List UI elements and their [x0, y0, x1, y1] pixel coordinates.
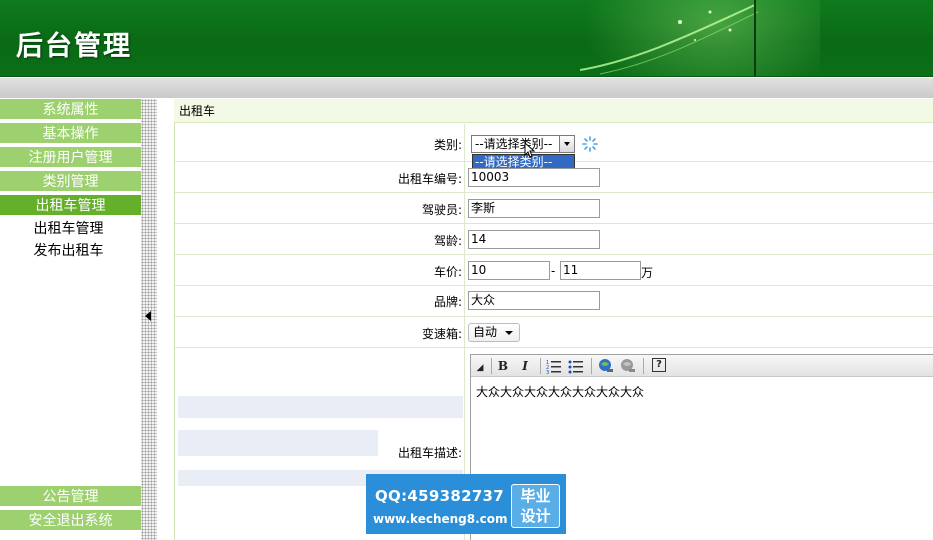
taxi-number-label: 出租车编号: — [397, 172, 462, 186]
gearbox-label: 变速箱: — [421, 327, 462, 341]
driver-label: 驾驶员: — [421, 203, 462, 217]
driving-years-input[interactable]: 14 — [468, 230, 600, 249]
taxi-number-input[interactable]: 10003 — [468, 168, 600, 187]
sidebar-item-announcements[interactable]: 公告管理 — [0, 486, 141, 508]
price-separator: - — [551, 264, 556, 278]
driver-input[interactable]: 李斯 — [468, 199, 600, 218]
watermark-banner: QQ:459382737 www.kecheng8.com 毕业 设计 — [366, 474, 566, 534]
form-row-gearbox: 变速箱: — [175, 317, 933, 348]
toolbar-separator — [591, 358, 592, 374]
italic-icon[interactable]: I — [517, 358, 533, 374]
sidebar-item-basic-operations[interactable]: 基本操作 — [0, 123, 141, 145]
mouse-cursor-icon — [524, 142, 536, 158]
watermark-url: www.kecheng8.com — [373, 512, 508, 526]
gearbox-select[interactable]: 自动 — [468, 323, 520, 342]
expand-icon[interactable]: ◢ — [472, 360, 488, 376]
header-swoosh-decoration — [580, 4, 759, 75]
price-unit: 万 — [641, 266, 654, 280]
category-label: 类别: — [433, 138, 462, 152]
editor-content[interactable]: 大众大众大众大众大众大众大众 — [476, 383, 644, 400]
link-icon[interactable] — [598, 358, 614, 374]
row-separator — [464, 317, 465, 347]
toolbar-separator — [540, 358, 541, 374]
sidebar-item-category-management[interactable]: 类别管理 — [0, 171, 141, 193]
row-separator — [464, 255, 465, 285]
unordered-list-icon[interactable] — [568, 358, 584, 374]
header-divider — [754, 0, 756, 76]
loading-spinner-icon — [582, 136, 598, 152]
app-title: 后台管理 — [16, 31, 132, 62]
chevron-down-icon[interactable] — [559, 136, 574, 152]
price-min-input[interactable]: 10 — [468, 261, 550, 280]
header-bar — [0, 78, 933, 98]
sidebar-item-system-properties[interactable]: 系统属性 — [0, 99, 141, 121]
sidebar-item-logout[interactable]: 安全退出系统 — [0, 510, 141, 532]
watermark-badge-line1: 毕业 — [520, 487, 551, 505]
app-header: 后台管理 — [0, 0, 933, 77]
sidebar-item-user-management[interactable]: 注册用户管理 — [0, 147, 141, 169]
editor-toolbar: ◢ B I 123 ? — [471, 355, 933, 377]
ordered-list-icon[interactable]: 123 — [546, 358, 562, 374]
watermark-qq: QQ:459382737 — [375, 487, 505, 505]
unlink-icon[interactable] — [620, 358, 636, 374]
collapse-sidebar-icon[interactable] — [145, 311, 151, 321]
sidebar-item-taxi-management[interactable]: 出租车管理 — [0, 195, 141, 217]
breadcrumb: 出租车 — [174, 99, 933, 123]
category-select[interactable]: --请选择类别-- — [471, 135, 575, 153]
brand-input[interactable]: 大众 — [468, 291, 600, 310]
bold-icon[interactable]: B — [495, 358, 511, 374]
row-separator — [464, 124, 465, 161]
brand-label: 品牌: — [433, 295, 462, 309]
category-select-value: --请选择类别-- — [475, 137, 553, 151]
row-separator — [464, 162, 465, 192]
watermark-badge-line2: 设计 — [520, 507, 551, 525]
sidebar-subitem-taxi-management[interactable]: 出租车管理 — [0, 218, 137, 240]
toolbar-separator — [491, 358, 492, 374]
sidebar-subitem-publish-taxi[interactable]: 发布出租车 — [0, 240, 137, 262]
driving-years-label: 驾龄: — [433, 234, 462, 248]
help-icon[interactable]: ? — [652, 358, 666, 372]
toolbar-separator — [643, 358, 644, 374]
description-label: 出租车描述: — [397, 446, 462, 460]
svg-text:3: 3 — [546, 370, 549, 374]
watermark-badge: 毕业 设计 — [511, 484, 560, 528]
row-separator — [464, 193, 465, 223]
row-separator — [464, 286, 465, 316]
row-separator — [464, 224, 465, 254]
sidebar: 系统属性 基本操作 注册用户管理 类别管理 出租车管理 出租车管理 发布出租车 … — [0, 99, 141, 540]
price-max-input[interactable]: 11 — [560, 261, 641, 280]
price-label: 车价: — [433, 265, 462, 279]
